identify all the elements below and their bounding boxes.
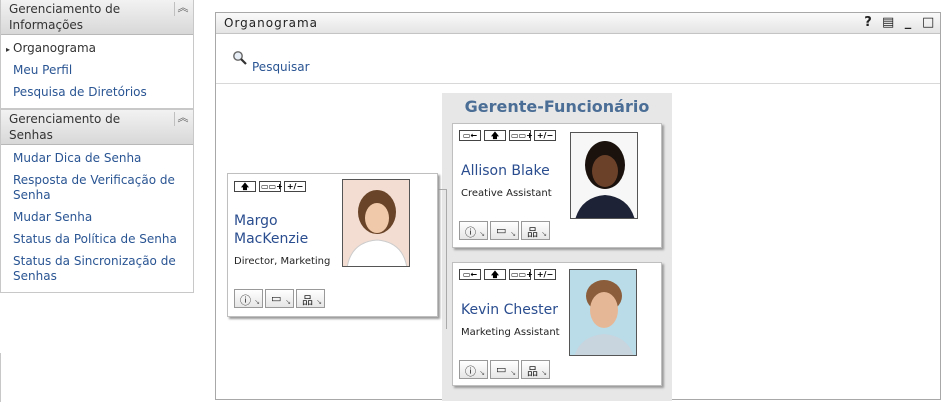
toggle-icon[interactable]: +/−	[534, 130, 556, 141]
email-button[interactable]: ▭ ↘	[490, 221, 519, 240]
email-button[interactable]: ▭ ↘	[265, 289, 294, 308]
email-card-icon: ▭	[496, 363, 507, 376]
email-card-icon: ▭	[271, 292, 282, 305]
collapse-icon[interactable]: ︽	[174, 112, 189, 126]
up-arrow-icon[interactable]: 🡅	[484, 130, 506, 141]
sidebar-item-status-sincronizacao[interactable]: Status da Sincronização de Senhas	[1, 251, 193, 288]
sidebar-item-mudar-senha[interactable]: Mudar Senha	[1, 207, 193, 229]
person-role: Director, Marketing	[234, 256, 331, 267]
sidebar-panel-passwords: Gerenciamento de Senhas ︽ Mudar Dica de …	[0, 109, 194, 293]
bullet-icon: ▸	[6, 45, 11, 54]
sidebar-section-header[interactable]: Gerenciamento de Senhas ︽	[1, 109, 193, 145]
info-icon: ⓘ	[465, 226, 476, 239]
avatar-photo-icon	[571, 133, 637, 218]
info-icon: ⓘ	[465, 365, 476, 378]
orgchart-button[interactable]: 品 ↘	[296, 289, 325, 308]
print-icon[interactable]: ▤	[882, 15, 894, 30]
info-icon: ⓘ	[240, 294, 251, 307]
email-button[interactable]: ▭ ↘	[490, 360, 519, 379]
expand-reports-icon[interactable]: ▭▭+	[259, 181, 283, 192]
minimize-icon[interactable]: _	[902, 15, 914, 30]
sidebar-item-label: Organograma	[13, 41, 97, 55]
help-icon[interactable]: ?	[862, 15, 874, 30]
hierarchy-icon: 品	[527, 365, 538, 378]
manager-card[interactable]: 🡅 ▭▭+ +/− Margo MacKenzie Director, Mark…	[227, 173, 438, 317]
sidebar-section-header[interactable]: Gerenciamento de Informações ︽	[1, 0, 193, 35]
up-arrow-icon[interactable]: 🡅	[234, 181, 256, 192]
info-button[interactable]: ⓘ ↘	[459, 360, 488, 379]
sidebar-panel-info: Gerenciamento de Informações ︽ ▸ Organog…	[0, 0, 194, 109]
search-link[interactable]: Pesquisar	[252, 60, 310, 74]
sidebar-section-title: Gerenciamento de Informações	[9, 2, 121, 32]
move-user-icon[interactable]: ▭←	[459, 130, 481, 141]
person-name[interactable]: Kevin Chester	[461, 301, 558, 319]
report-card[interactable]: ▭← 🡅 ▭▭+ +/− Allison Blake Creative Assi…	[452, 123, 662, 248]
avatar	[342, 179, 410, 267]
sidebar-section-title: Gerenciamento de Senhas	[9, 112, 121, 142]
sidebar-item-status-politica[interactable]: Status da Política de Senha	[1, 229, 193, 251]
sidebar-item-label: Status da Sincronização de Senhas	[13, 254, 176, 283]
up-arrow-icon[interactable]: 🡅	[484, 269, 506, 280]
search-icon[interactable]	[232, 50, 248, 66]
sidebar-item-pesquisa-diretorios[interactable]: Pesquisa de Diretórios	[1, 82, 193, 104]
move-user-icon[interactable]: ▭←	[459, 269, 481, 280]
person-role: Marketing Assistant	[461, 327, 560, 338]
sidebar-divider	[0, 353, 1, 402]
toggle-icon[interactable]: +/−	[534, 269, 556, 280]
avatar	[570, 132, 638, 219]
page-title: Organograma	[224, 16, 319, 30]
expand-reports-icon[interactable]: ▭▭+	[509, 130, 533, 141]
email-card-icon: ▭	[496, 224, 507, 237]
toggle-icon[interactable]: +/−	[284, 181, 306, 192]
connector-line	[446, 189, 447, 329]
person-name[interactable]: Allison Blake	[461, 162, 550, 180]
info-button[interactable]: ⓘ ↘	[234, 289, 263, 308]
sidebar-item-organograma[interactable]: ▸ Organograma	[1, 38, 193, 60]
hierarchy-icon: 品	[302, 294, 313, 307]
toolbar: Pesquisar	[216, 34, 940, 84]
person-name[interactable]: Margo MacKenzie	[234, 212, 334, 248]
collapse-icon[interactable]: ︽	[174, 2, 189, 16]
avatar	[569, 269, 637, 356]
orgchart-button[interactable]: 品 ↘	[521, 221, 550, 240]
sidebar-item-label: Status da Política de Senha	[13, 232, 177, 246]
sidebar-item-mudar-dica[interactable]: Mudar Dica de Senha	[1, 148, 193, 170]
avatar-photo-icon	[343, 180, 409, 266]
sidebar: Gerenciamento de Informações ︽ ▸ Organog…	[0, 0, 194, 402]
sidebar-item-label: Mudar Senha	[13, 210, 93, 224]
info-button[interactable]: ⓘ ↘	[459, 221, 488, 240]
sidebar-item-label: Pesquisa de Diretórios	[13, 85, 147, 99]
sidebar-item-label: Meu Perfil	[13, 63, 73, 77]
expand-reports-icon[interactable]: ▭▭+	[509, 269, 533, 280]
avatar-photo-icon	[570, 270, 636, 355]
report-card[interactable]: ▭← 🡅 ▭▭+ +/− Kevin Chester Marketing Ass…	[452, 262, 662, 386]
orgchart-button[interactable]: 品 ↘	[521, 360, 550, 379]
relationship-title: Gerente-Funcionário	[464, 97, 650, 116]
maximize-icon[interactable]: □	[922, 15, 934, 30]
portlet-header: Organograma ? ▤ _ □	[216, 13, 940, 34]
orgchart-portlet: Organograma ? ▤ _ □ Pesquisar Gerente-Fu…	[215, 12, 941, 401]
sidebar-item-label: Resposta de Verificação de Senha	[13, 173, 175, 202]
sidebar-item-meu-perfil[interactable]: Meu Perfil	[1, 60, 193, 82]
hierarchy-icon: 品	[527, 226, 538, 239]
sidebar-item-resposta-verificacao[interactable]: Resposta de Verificação de Senha	[1, 170, 193, 207]
connector-line	[438, 189, 446, 190]
sidebar-item-label: Mudar Dica de Senha	[13, 151, 142, 165]
person-role: Creative Assistant	[461, 188, 552, 199]
